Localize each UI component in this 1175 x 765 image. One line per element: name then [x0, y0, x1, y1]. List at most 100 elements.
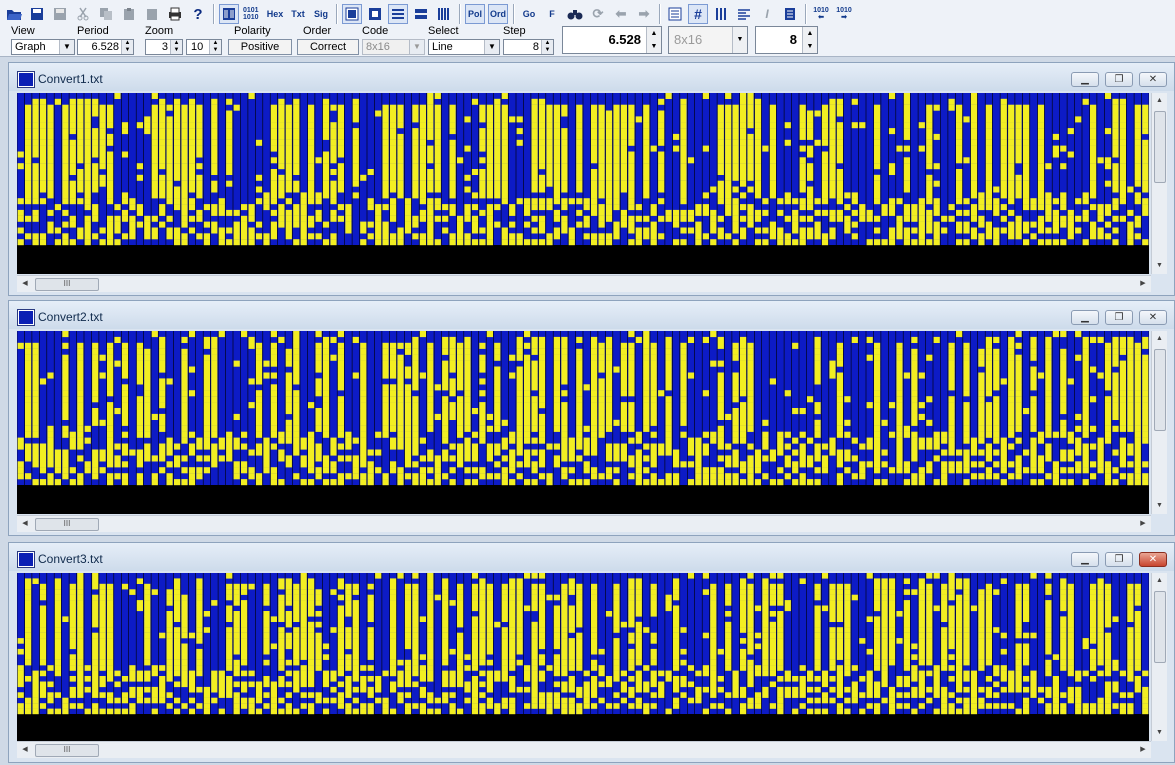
- find-button[interactable]: F: [542, 4, 562, 24]
- close-button[interactable]: ✕: [1139, 552, 1167, 567]
- fill-mode-icon[interactable]: [342, 4, 362, 24]
- scroll-up-icon[interactable]: ▲: [1152, 331, 1167, 347]
- vertical-scrollbar[interactable]: ▲ ▼: [1151, 573, 1167, 741]
- lines-icon[interactable]: [734, 4, 754, 24]
- paste-special-icon[interactable]: [142, 4, 162, 24]
- spinner-arrows-icon[interactable]: ▲ ▼: [646, 27, 661, 53]
- step-large-spinner[interactable]: 8 ▲ ▼: [755, 26, 818, 54]
- scroll-right-icon[interactable]: ▶: [1135, 742, 1151, 758]
- scroll-left-icon[interactable]: ◀: [17, 276, 33, 292]
- restore-button[interactable]: ❐: [1105, 72, 1133, 87]
- layout-icon[interactable]: [665, 4, 685, 24]
- period-spinner[interactable]: 6.528 ▲ ▼: [77, 39, 134, 55]
- spinner-arrows-icon[interactable]: ▲ ▼: [541, 40, 553, 54]
- copy-icon[interactable]: [96, 4, 116, 24]
- bit-graph-canvas[interactable]: [17, 93, 1149, 274]
- view-dropdown[interactable]: Graph ▼: [11, 39, 75, 55]
- window-titlebar[interactable]: Convert2.txt ▁ ❐ ✕: [9, 301, 1174, 329]
- code-dropdown[interactable]: 8x16 ▼: [362, 39, 425, 55]
- order-button[interactable]: Ord: [488, 4, 508, 24]
- scroll-up-icon[interactable]: ▲: [1152, 93, 1167, 109]
- close-button[interactable]: ✕: [1139, 72, 1167, 87]
- step-control: Step 8 ▲ ▼: [503, 25, 554, 55]
- minimize-button[interactable]: ▁: [1071, 72, 1099, 87]
- select-dropdown[interactable]: Line ▼: [428, 39, 500, 55]
- spinner-arrows-icon[interactable]: ▲ ▼: [209, 40, 221, 54]
- scroll-thumb[interactable]: [1154, 111, 1166, 183]
- code-large-dropdown[interactable]: 8x16 ▼: [668, 26, 748, 54]
- vertical-scrollbar[interactable]: ▲ ▼: [1151, 93, 1167, 274]
- scroll-left-icon[interactable]: ◀: [17, 742, 33, 758]
- close-button[interactable]: ✕: [1139, 310, 1167, 325]
- scroll-down-icon[interactable]: ▼: [1152, 725, 1167, 741]
- grid-icon[interactable]: #: [688, 4, 708, 24]
- scroll-thumb[interactable]: [1154, 349, 1166, 431]
- step-spinner[interactable]: 8 ▲ ▼: [503, 39, 554, 55]
- period-large-spinner[interactable]: 6.528 ▲ ▼: [562, 26, 662, 54]
- vertical-scrollbar[interactable]: ▲ ▼: [1151, 331, 1167, 514]
- bits-right-button[interactable]: 1010 ➡: [834, 4, 854, 24]
- restore-button[interactable]: ❐: [1105, 552, 1133, 567]
- print-icon[interactable]: [165, 4, 185, 24]
- window-titlebar[interactable]: Convert3.txt ▁ ❐ ✕: [9, 543, 1174, 571]
- scroll-right-icon[interactable]: ▶: [1135, 516, 1151, 532]
- forward-arrow-icon[interactable]: ➡: [634, 4, 654, 24]
- help-icon[interactable]: ?: [188, 4, 208, 24]
- code-large-value: 8x16: [674, 32, 703, 47]
- graph-view-icon[interactable]: [219, 4, 239, 24]
- bars-icon[interactable]: [711, 4, 731, 24]
- scroll-up-icon[interactable]: ▲: [1152, 573, 1167, 589]
- signal-graph-view[interactable]: [17, 331, 1149, 514]
- open-icon[interactable]: [4, 4, 24, 24]
- spinner-arrows-icon[interactable]: ▲ ▼: [802, 27, 817, 53]
- window-titlebar[interactable]: Convert1.txt ▁ ❐ ✕: [9, 63, 1174, 91]
- scroll-thumb[interactable]: III: [35, 518, 99, 531]
- spinner-arrows-icon[interactable]: ▲ ▼: [121, 40, 133, 54]
- signal-graph-view[interactable]: [17, 573, 1149, 741]
- columns-icon[interactable]: [434, 4, 454, 24]
- align-blocks-icon[interactable]: [411, 4, 431, 24]
- horizontal-scrollbar[interactable]: ◀ III ▶: [17, 741, 1151, 758]
- minimize-button[interactable]: ▁: [1071, 310, 1099, 325]
- paste-icon[interactable]: [119, 4, 139, 24]
- scroll-down-icon[interactable]: ▼: [1152, 258, 1167, 274]
- zoom-value: 3: [161, 41, 168, 53]
- page-icon[interactable]: [780, 4, 800, 24]
- horizontal-scrollbar[interactable]: ◀ III ▶: [17, 275, 1151, 292]
- signal-graph-view[interactable]: [17, 93, 1149, 274]
- bits-left-button[interactable]: 1010 ⬅: [811, 4, 831, 24]
- back-arrow-icon[interactable]: ⬅: [611, 4, 631, 24]
- binoculars-icon[interactable]: [565, 4, 585, 24]
- polarity-button[interactable]: Pol: [465, 4, 485, 24]
- select-value: Line: [432, 41, 453, 53]
- period-large-value: 6.528: [608, 32, 641, 47]
- txt-view-button[interactable]: Txt: [288, 4, 308, 24]
- scroll-right-icon[interactable]: ▶: [1135, 276, 1151, 292]
- save-all-icon[interactable]: [50, 4, 70, 24]
- minimize-button[interactable]: ▁: [1071, 552, 1099, 567]
- bit-graph-canvas[interactable]: [17, 331, 1149, 514]
- sig-view-button[interactable]: Sig: [311, 4, 331, 24]
- scroll-down-icon[interactable]: ▼: [1152, 498, 1167, 514]
- zoom2-spinner[interactable]: 10 ▲ ▼: [186, 39, 222, 55]
- scroll-left-icon[interactable]: ◀: [17, 516, 33, 532]
- scroll-thumb[interactable]: III: [35, 278, 99, 291]
- cut-icon[interactable]: [73, 4, 93, 24]
- frame-mode-icon[interactable]: [365, 4, 385, 24]
- order-toggle[interactable]: Correct: [297, 39, 359, 55]
- align-rows-icon[interactable]: [388, 4, 408, 24]
- polarity-toggle[interactable]: Positive: [228, 39, 292, 55]
- scroll-thumb[interactable]: [1154, 591, 1166, 663]
- go-button[interactable]: Go: [519, 4, 539, 24]
- restore-button[interactable]: ❐: [1105, 310, 1133, 325]
- italic-icon[interactable]: I: [757, 4, 777, 24]
- bin-view-button[interactable]: 0101 1010: [242, 4, 262, 24]
- save-icon[interactable]: [27, 4, 47, 24]
- zoom-spinner[interactable]: 3 ▲ ▼: [145, 39, 183, 55]
- hex-view-button[interactable]: Hex: [265, 4, 285, 24]
- scroll-thumb[interactable]: III: [35, 744, 99, 757]
- refresh-icon[interactable]: ⟳: [588, 4, 608, 24]
- spinner-arrows-icon[interactable]: ▲ ▼: [170, 40, 182, 54]
- bit-graph-canvas[interactable]: [17, 573, 1149, 741]
- horizontal-scrollbar[interactable]: ◀ III ▶: [17, 515, 1151, 532]
